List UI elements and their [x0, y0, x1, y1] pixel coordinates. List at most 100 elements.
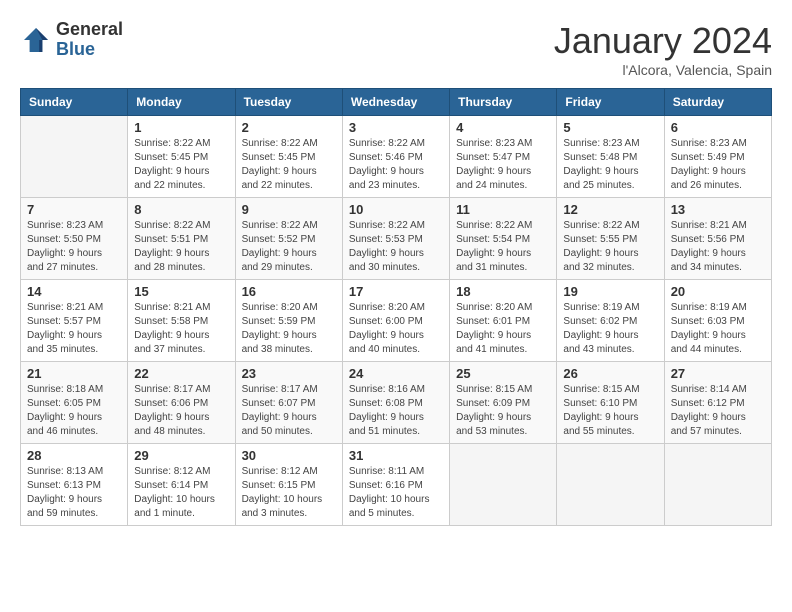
day-number: 31 — [349, 448, 443, 463]
day-info: Sunrise: 8:15 AM Sunset: 6:09 PM Dayligh… — [456, 383, 550, 439]
calendar-cell: 26 Sunrise: 8:15 AM Sunset: 6:10 PM Dayli… — [557, 362, 664, 444]
day-info: Sunrise: 8:13 AM Sunset: 6:13 PM Dayligh… — [27, 465, 121, 521]
calendar-cell: 15Sunrise: 8:21 AM Sunset: 5:58 PM Dayli… — [128, 280, 235, 362]
calendar-cell: 17 Sunrise: 8:20 AM Sunset: 6:00 PM Dayli… — [342, 280, 449, 362]
calendar-cell: 13 Sunrise: 8:21 AM Sunset: 5:56 PM Dayli… — [664, 198, 771, 280]
day-number: 27 — [671, 366, 765, 381]
day-info: Sunrise: 8:22 AM Sunset: 5:45 PM Dayligh… — [134, 137, 228, 193]
page-header: General Blue January 2024 l'Alcora, Vale… — [20, 20, 772, 78]
calendar-cell: 30 Sunrise: 8:12 AM Sunset: 6:15 PM Dayli… — [235, 444, 342, 526]
weekday-header-tuesday: Tuesday — [235, 89, 342, 116]
weekday-header-thursday: Thursday — [450, 89, 557, 116]
day-info: Sunrise: 8:17 AM Sunset: 6:06 PM Dayligh… — [134, 383, 228, 439]
calendar-cell — [557, 444, 664, 526]
day-number: 19 — [563, 284, 657, 299]
calendar-cell: 5Sunrise: 8:23 AM Sunset: 5:48 PM Daylig… — [557, 116, 664, 198]
day-number: 16 — [242, 284, 336, 299]
calendar-cell: 2 Sunrise: 8:22 AM Sunset: 5:45 PM Daylig… — [235, 116, 342, 198]
day-info: Sunrise: 8:22 AM Sunset: 5:51 PM Dayligh… — [134, 219, 228, 275]
calendar-header: SundayMondayTuesdayWednesdayThursdayFrid… — [21, 89, 772, 116]
calendar-cell: 28 Sunrise: 8:13 AM Sunset: 6:13 PM Dayli… — [21, 444, 128, 526]
day-number: 17 — [349, 284, 443, 299]
calendar-cell: 6 Sunrise: 8:23 AM Sunset: 5:49 PM Daylig… — [664, 116, 771, 198]
calendar-cell: 4Sunrise: 8:23 AM Sunset: 5:47 PM Daylig… — [450, 116, 557, 198]
day-number: 20 — [671, 284, 765, 299]
day-number: 9 — [242, 202, 336, 217]
calendar-cell: 9 Sunrise: 8:22 AM Sunset: 5:52 PM Daylig… — [235, 198, 342, 280]
location-text: l'Alcora, Valencia, Spain — [554, 62, 772, 78]
day-info: Sunrise: 8:15 AM Sunset: 6:10 PM Dayligh… — [563, 383, 657, 439]
day-number: 25 — [456, 366, 550, 381]
day-info: Sunrise: 8:19 AM Sunset: 6:02 PM Dayligh… — [563, 301, 657, 357]
day-info: Sunrise: 8:12 AM Sunset: 6:15 PM Dayligh… — [242, 465, 336, 521]
day-number: 13 — [671, 202, 765, 217]
day-info: Sunrise: 8:20 AM Sunset: 5:59 PM Dayligh… — [242, 301, 336, 357]
day-info: Sunrise: 8:22 AM Sunset: 5:46 PM Dayligh… — [349, 137, 443, 193]
day-number: 10 — [349, 202, 443, 217]
calendar-cell: 18 Sunrise: 8:20 AM Sunset: 6:01 PM Dayli… — [450, 280, 557, 362]
calendar-cell: 22 Sunrise: 8:17 AM Sunset: 6:06 PM Dayli… — [128, 362, 235, 444]
day-info: Sunrise: 8:19 AM Sunset: 6:03 PM Dayligh… — [671, 301, 765, 357]
day-number: 7 — [27, 202, 121, 217]
calendar-cell: 14Sunrise: 8:21 AM Sunset: 5:57 PM Dayli… — [21, 280, 128, 362]
day-number: 2 — [242, 120, 336, 135]
day-number: 24 — [349, 366, 443, 381]
calendar-cell: 12 Sunrise: 8:22 AM Sunset: 5:55 PM Dayli… — [557, 198, 664, 280]
calendar-body: 1 Sunrise: 8:22 AM Sunset: 5:45 PM Daylig… — [21, 116, 772, 526]
day-number: 12 — [563, 202, 657, 217]
day-info: Sunrise: 8:18 AM Sunset: 6:05 PM Dayligh… — [27, 383, 121, 439]
day-info: Sunrise: 8:22 AM Sunset: 5:54 PM Dayligh… — [456, 219, 550, 275]
calendar-cell: 7 Sunrise: 8:23 AM Sunset: 5:50 PM Daylig… — [21, 198, 128, 280]
day-info: Sunrise: 8:11 AM Sunset: 6:16 PM Dayligh… — [349, 465, 443, 521]
day-info: Sunrise: 8:22 AM Sunset: 5:52 PM Dayligh… — [242, 219, 336, 275]
day-number: 28 — [27, 448, 121, 463]
day-info: Sunrise: 8:20 AM Sunset: 6:00 PM Dayligh… — [349, 301, 443, 357]
calendar-cell: 11Sunrise: 8:22 AM Sunset: 5:54 PM Dayli… — [450, 198, 557, 280]
calendar-cell: 31 Sunrise: 8:11 AM Sunset: 6:16 PM Dayli… — [342, 444, 449, 526]
day-number: 22 — [134, 366, 228, 381]
day-info: Sunrise: 8:16 AM Sunset: 6:08 PM Dayligh… — [349, 383, 443, 439]
calendar-week-1: 7 Sunrise: 8:23 AM Sunset: 5:50 PM Daylig… — [21, 198, 772, 280]
calendar-cell — [450, 444, 557, 526]
calendar-cell: 20 Sunrise: 8:19 AM Sunset: 6:03 PM Dayli… — [664, 280, 771, 362]
weekday-header-friday: Friday — [557, 89, 664, 116]
day-number: 3 — [349, 120, 443, 135]
day-info: Sunrise: 8:23 AM Sunset: 5:48 PM Dayligh… — [563, 137, 657, 193]
day-number: 23 — [242, 366, 336, 381]
day-info: Sunrise: 8:21 AM Sunset: 5:56 PM Dayligh… — [671, 219, 765, 275]
calendar-cell: 23Sunrise: 8:17 AM Sunset: 6:07 PM Dayli… — [235, 362, 342, 444]
day-number: 30 — [242, 448, 336, 463]
day-number: 26 — [563, 366, 657, 381]
day-number: 4 — [456, 120, 550, 135]
day-info: Sunrise: 8:14 AM Sunset: 6:12 PM Dayligh… — [671, 383, 765, 439]
day-number: 1 — [134, 120, 228, 135]
day-info: Sunrise: 8:21 AM Sunset: 5:58 PM Dayligh… — [134, 301, 228, 357]
day-number: 6 — [671, 120, 765, 135]
calendar-cell — [21, 116, 128, 198]
day-info: Sunrise: 8:22 AM Sunset: 5:53 PM Dayligh… — [349, 219, 443, 275]
day-info: Sunrise: 8:22 AM Sunset: 5:45 PM Dayligh… — [242, 137, 336, 193]
day-number: 8 — [134, 202, 228, 217]
calendar-cell: 25 Sunrise: 8:15 AM Sunset: 6:09 PM Dayli… — [450, 362, 557, 444]
weekday-header-saturday: Saturday — [664, 89, 771, 116]
day-info: Sunrise: 8:12 AM Sunset: 6:14 PM Dayligh… — [134, 465, 228, 521]
weekday-header-monday: Monday — [128, 89, 235, 116]
logo-text-general: General — [56, 20, 123, 40]
day-info: Sunrise: 8:22 AM Sunset: 5:55 PM Dayligh… — [563, 219, 657, 275]
calendar-cell: 3 Sunrise: 8:22 AM Sunset: 5:46 PM Daylig… — [342, 116, 449, 198]
day-info: Sunrise: 8:23 AM Sunset: 5:49 PM Dayligh… — [671, 137, 765, 193]
calendar-table: SundayMondayTuesdayWednesdayThursdayFrid… — [20, 88, 772, 526]
calendar-cell: 16 Sunrise: 8:20 AM Sunset: 5:59 PM Dayli… — [235, 280, 342, 362]
weekday-header-wednesday: Wednesday — [342, 89, 449, 116]
calendar-cell: 19 Sunrise: 8:19 AM Sunset: 6:02 PM Dayli… — [557, 280, 664, 362]
day-number: 18 — [456, 284, 550, 299]
weekday-header-sunday: Sunday — [21, 89, 128, 116]
calendar-cell — [664, 444, 771, 526]
calendar-cell: 21 Sunrise: 8:18 AM Sunset: 6:05 PM Dayli… — [21, 362, 128, 444]
day-info: Sunrise: 8:23 AM Sunset: 5:50 PM Dayligh… — [27, 219, 121, 275]
calendar-cell: 8 Sunrise: 8:22 AM Sunset: 5:51 PM Daylig… — [128, 198, 235, 280]
day-info: Sunrise: 8:20 AM Sunset: 6:01 PM Dayligh… — [456, 301, 550, 357]
logo-icon — [20, 24, 52, 56]
day-number: 21 — [27, 366, 121, 381]
day-info: Sunrise: 8:21 AM Sunset: 5:57 PM Dayligh… — [27, 301, 121, 357]
